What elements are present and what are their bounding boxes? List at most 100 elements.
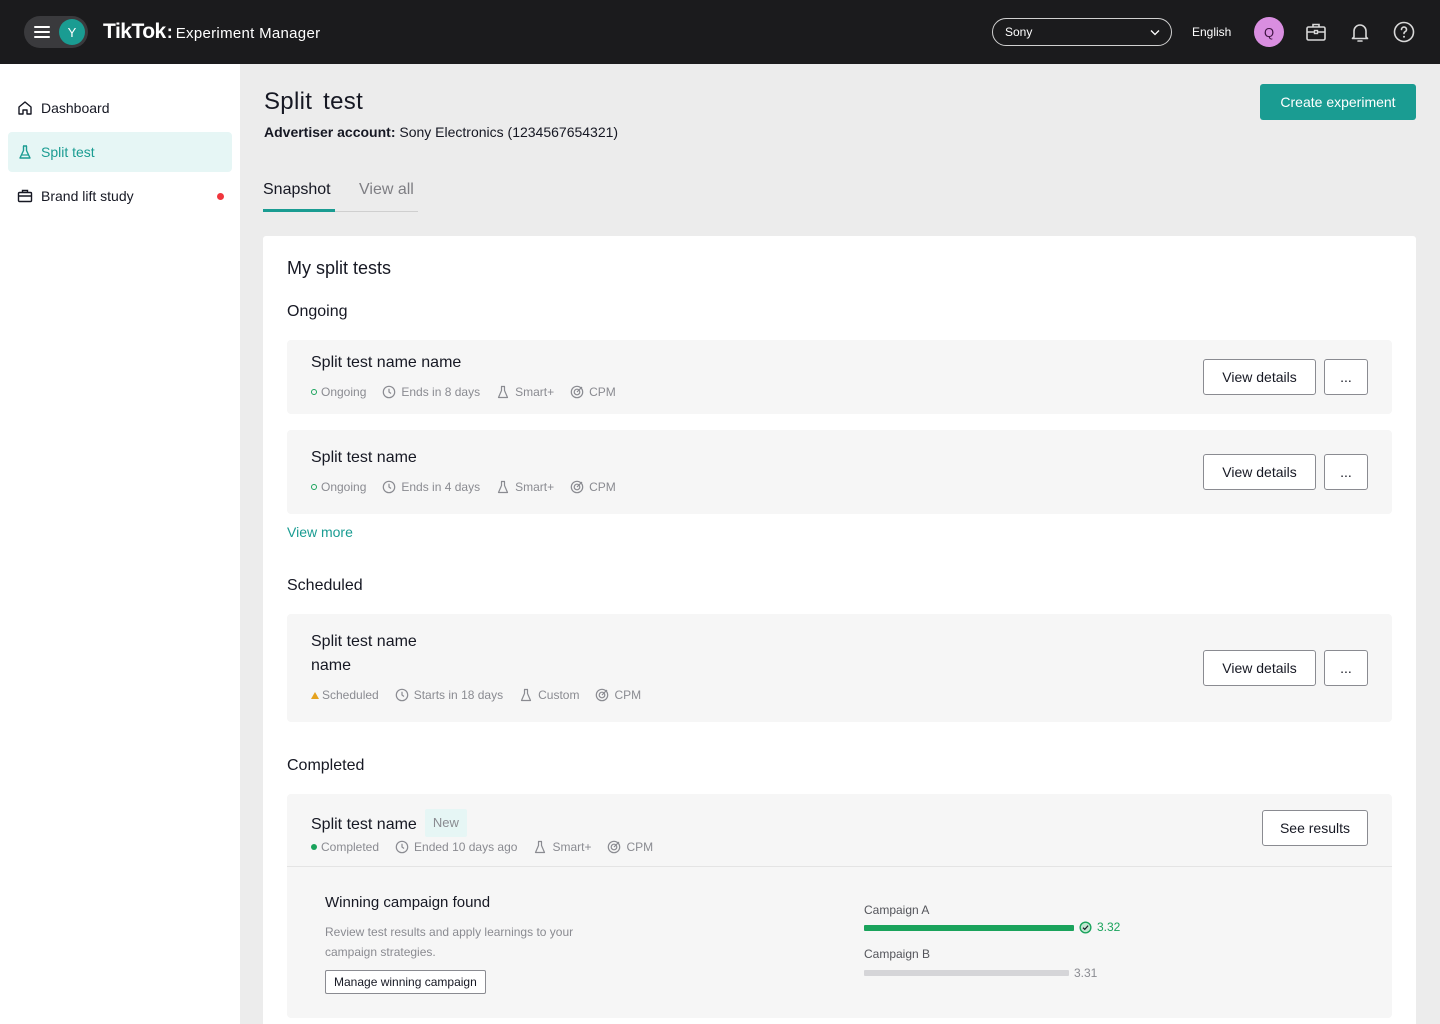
winner-description: Review test results and apply learnings … <box>325 925 574 959</box>
timing-label: Ended 10 days ago <box>414 840 518 854</box>
menu-toggle[interactable]: Y <box>24 16 88 48</box>
home-icon <box>18 101 32 115</box>
card-title: My split tests <box>287 258 392 278</box>
view-details-button[interactable]: View details <box>1203 454 1316 490</box>
timing: Ends in 8 days <box>382 385 480 399</box>
user-avatar[interactable]: Y <box>59 19 85 45</box>
clock-icon <box>395 688 409 702</box>
test-meta: Ongoing Ends in 8 days Smart+ CPM <box>311 385 632 399</box>
active-tab-indicator <box>263 209 335 212</box>
type-label: Custom <box>538 688 580 702</box>
status-dot <box>311 484 317 490</box>
profile-avatar[interactable]: Q <box>1254 17 1284 47</box>
sidebar-item-split-test[interactable]: Split test <box>8 132 232 172</box>
campaign-b-bar <box>864 970 1070 976</box>
type-label: Smart+ <box>552 840 592 854</box>
status-label: Completed <box>321 840 380 854</box>
see-results-button[interactable]: See results <box>1262 810 1368 846</box>
test-name-line: name <box>311 657 352 674</box>
timing: Ended 10 days ago <box>395 840 517 854</box>
view-details-button[interactable]: View details <box>1203 650 1316 686</box>
menu-icon[interactable] <box>34 26 50 38</box>
more-options-button[interactable]: ... <box>1324 650 1368 686</box>
campaign-b-bar-fill <box>864 970 1070 976</box>
briefcase-icon[interactable] <box>1304 20 1328 44</box>
test-name-text: Split test name <box>311 816 417 833</box>
briefcase-icon <box>17 189 33 203</box>
tiktok-logo: TikTok <box>103 20 166 43</box>
test-name[interactable]: Split test name <box>311 446 417 470</box>
advertiser-account: Advertiser account: Sony Electronics (12… <box>264 124 618 140</box>
campaign-b-label: Campaign B <box>864 947 931 961</box>
language-selector[interactable]: English <box>1192 25 1231 39</box>
test-name-line: Split test name <box>311 633 417 650</box>
sidebar-item-label: Dashboard <box>41 100 110 116</box>
status-label: Ongoing <box>321 385 367 399</box>
new-badge: New <box>424 809 467 837</box>
target-icon <box>570 480 584 494</box>
test-row[interactable]: Split test name Ongoing Ends in 4 days S… <box>287 430 1392 514</box>
view-more-link[interactable]: View more <box>287 524 353 540</box>
test-row[interactable]: Split test name name Ongoing Ends in 8 d… <box>287 340 1392 414</box>
status-completed: Completed <box>311 840 379 854</box>
test-row[interactable]: Split test name name Scheduled Starts in… <box>287 614 1392 722</box>
sidebar-item-dashboard[interactable]: Dashboard <box>8 88 232 128</box>
metric-label: CPM <box>626 840 654 854</box>
metric-label: CPM <box>589 480 616 494</box>
tab-snapshot[interactable]: Snapshot <box>263 181 331 199</box>
tab-view-all[interactable]: View all <box>359 181 414 199</box>
test-meta: Completed Ended 10 days ago Smart+ CPM <box>311 840 669 854</box>
campaign-a-value: 3.32 <box>1097 920 1121 934</box>
test-name[interactable]: Split test name name <box>311 351 461 375</box>
campaign-a-bar-fill <box>864 925 1074 931</box>
test-type: Custom <box>519 688 579 702</box>
more-options-button[interactable]: ... <box>1324 359 1368 395</box>
completed-test-row: Split test name New Completed Ended 10 da… <box>287 794 1392 1018</box>
section-title-scheduled: Scheduled <box>287 577 363 594</box>
brand-separator: : <box>166 22 173 42</box>
test-type: Smart+ <box>533 840 591 854</box>
view-details-button[interactable]: View details <box>1203 359 1316 395</box>
notification-dot <box>217 193 224 200</box>
status-label: Scheduled <box>322 688 379 702</box>
test-name[interactable]: Split test name name <box>311 630 417 678</box>
status-ongoing: Ongoing <box>311 480 366 494</box>
clock-icon <box>383 385 396 399</box>
status-label: Ongoing <box>321 480 367 494</box>
help-icon[interactable] <box>1392 20 1416 44</box>
warning-triangle-icon <box>311 691 319 699</box>
metric: CPM <box>570 385 616 399</box>
clock-icon <box>395 840 409 854</box>
metric: CPM <box>595 688 641 702</box>
bell-icon[interactable] <box>1348 20 1372 44</box>
type-label: Smart+ <box>515 385 555 399</box>
metric-label: CPM <box>614 688 642 702</box>
target-icon <box>596 688 609 702</box>
test-meta: Ongoing Ends in 4 days Smart+ CPM <box>311 480 632 494</box>
status-dot <box>311 844 317 850</box>
tabs: Snapshot View all <box>263 180 418 212</box>
flask-icon <box>497 385 509 399</box>
test-meta: Scheduled Starts in 18 days Custom CPM <box>311 688 657 702</box>
advertiser-value: Sony Electronics (1234567654321) <box>399 124 619 140</box>
test-type: Smart+ <box>496 480 554 494</box>
sidebar: Dashboard Split test Brand lift study <box>0 64 240 1024</box>
test-type: Smart+ <box>496 385 554 399</box>
target-icon <box>570 385 584 399</box>
create-experiment-button[interactable]: Create experiment <box>1260 84 1416 120</box>
status-scheduled: Scheduled <box>311 688 379 702</box>
top-bar: Y TikTok : Experiment Manager Sony Engli… <box>0 0 1440 64</box>
more-options-button[interactable]: ... <box>1324 454 1368 490</box>
section-title-completed: Completed <box>287 757 365 774</box>
status-ongoing: Ongoing <box>311 385 366 399</box>
account-select[interactable]: Sony <box>992 18 1172 46</box>
timing: Ends in 4 days <box>382 480 480 494</box>
flask-icon <box>535 840 546 854</box>
account-select-value: Sony <box>1005 25 1033 39</box>
divider <box>287 866 1392 867</box>
sidebar-item-label: Brand lift study <box>41 188 134 204</box>
test-name[interactable]: Split test name New <box>311 809 467 837</box>
sidebar-item-brand-lift-study[interactable]: Brand lift study <box>8 176 232 216</box>
chevron-down-icon <box>1150 30 1160 36</box>
manage-winning-campaign-button[interactable]: Manage winning campaign <box>325 970 486 994</box>
